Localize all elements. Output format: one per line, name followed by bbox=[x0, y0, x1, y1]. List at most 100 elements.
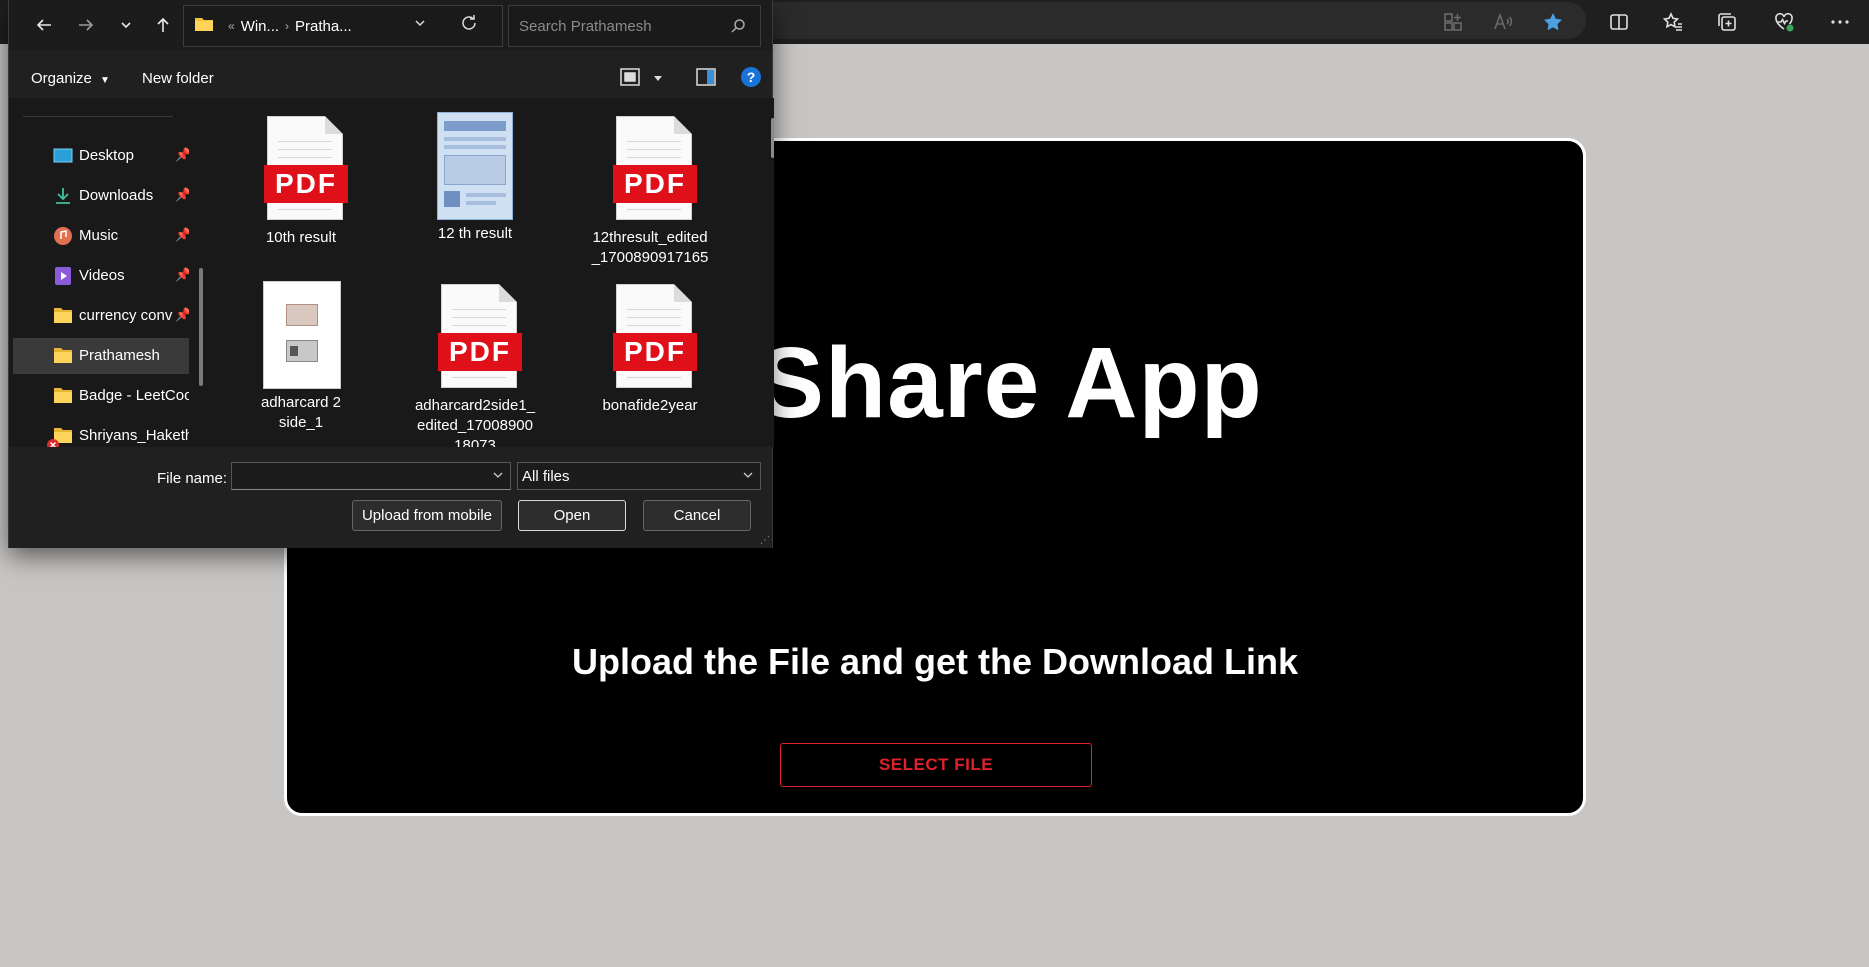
file-name-line: adharcard2side1_ bbox=[414, 397, 536, 414]
up-arrow-icon[interactable] bbox=[150, 12, 176, 38]
search-input[interactable]: Search Prathamesh bbox=[508, 5, 761, 47]
chevron-down-icon[interactable] bbox=[492, 469, 504, 484]
collections-icon[interactable] bbox=[1711, 6, 1743, 38]
upload-from-mobile-button[interactable]: Upload from mobile bbox=[352, 500, 502, 531]
path-dropdown-chevron-icon[interactable] bbox=[413, 16, 427, 33]
apps-icon[interactable] bbox=[1437, 6, 1469, 38]
sync-error-icon bbox=[47, 438, 59, 447]
sidebar-item-downloads[interactable]: Downloads 📌 bbox=[13, 178, 189, 214]
sidebar-item-prathamesh[interactable]: Prathamesh bbox=[13, 338, 189, 374]
sidebar-item-label: Downloads bbox=[79, 187, 154, 204]
sidebar-item-shriyans[interactable]: Shriyans_Haketh bbox=[13, 418, 189, 447]
view-options-caret-icon[interactable] bbox=[653, 70, 663, 88]
sidebar-item-label: currency conv bbox=[79, 307, 173, 324]
file-type-select[interactable]: All files bbox=[517, 462, 761, 490]
file-type-value: All files bbox=[522, 467, 570, 485]
files-scrollbar[interactable] bbox=[771, 118, 774, 158]
nav-scrollbar[interactable] bbox=[199, 268, 203, 386]
sidebar-item-label: Prathamesh bbox=[79, 347, 160, 364]
file-name-label: File name: bbox=[157, 470, 228, 487]
sidebar-item-label: Videos bbox=[79, 267, 125, 284]
file-name: bonafide2year bbox=[602, 397, 698, 414]
read-aloud-icon[interactable] bbox=[1487, 6, 1519, 38]
nav-divider bbox=[23, 116, 173, 117]
back-arrow-icon[interactable] bbox=[31, 12, 57, 38]
file-name: 10th result bbox=[265, 229, 337, 246]
file-item[interactable]: PDF 10th result bbox=[226, 116, 376, 248]
breadcrumb-segment[interactable]: Win... bbox=[241, 18, 279, 35]
view-mode-icon[interactable] bbox=[619, 66, 641, 93]
open-button[interactable]: Open bbox=[518, 500, 626, 531]
forward-arrow-icon[interactable] bbox=[73, 12, 99, 38]
breadcrumb-separator-icon: › bbox=[285, 19, 290, 33]
image-thumbnail-icon bbox=[435, 112, 515, 220]
search-icon bbox=[730, 18, 746, 38]
sidebar-item-label: Desktop bbox=[79, 147, 135, 164]
file-open-dialog: « Win... › Pratha... Search Prathamesh O… bbox=[8, 0, 774, 548]
file-name-input[interactable] bbox=[231, 462, 511, 490]
cancel-button[interactable]: Cancel bbox=[643, 500, 751, 531]
pdf-file-icon: PDF bbox=[435, 284, 522, 388]
pin-icon: 📌 bbox=[175, 267, 189, 282]
file-name-line: adharcard 2 bbox=[260, 394, 342, 411]
favorite-star-icon[interactable] bbox=[1537, 6, 1569, 38]
organize-button[interactable]: Organize ▼ bbox=[31, 70, 110, 87]
more-icon[interactable] bbox=[1824, 6, 1856, 38]
breadcrumb[interactable]: « Win... › Pratha... bbox=[183, 5, 503, 47]
file-name-line: side_1 bbox=[278, 414, 324, 431]
recent-locations-chevron-icon[interactable] bbox=[113, 12, 139, 38]
health-icon[interactable] bbox=[1768, 6, 1800, 38]
organize-label: Organize bbox=[31, 70, 92, 87]
dialog-toolbar: Organize ▼ New folder ? bbox=[9, 58, 772, 98]
file-name-line: 12thresult_edited bbox=[592, 229, 708, 246]
file-item[interactable]: PDF 12thresult_edited _1700890917165 bbox=[575, 116, 725, 268]
document-thumbnail-icon bbox=[261, 281, 341, 389]
sidebar-item-desktop[interactable]: Desktop 📌 bbox=[13, 138, 189, 174]
resize-grip-icon[interactable]: ⋰ bbox=[760, 535, 770, 546]
pin-icon: 📌 bbox=[175, 147, 189, 162]
preview-pane-icon[interactable] bbox=[695, 66, 717, 93]
split-screen-icon[interactable] bbox=[1603, 6, 1635, 38]
help-icon[interactable]: ? bbox=[740, 66, 762, 93]
video-icon bbox=[53, 266, 73, 286]
pin-icon: 📌 bbox=[175, 227, 189, 242]
file-name: adharcard 2 side_1 bbox=[226, 393, 376, 433]
file-name: 12 th result bbox=[437, 225, 513, 242]
favorites-icon[interactable] bbox=[1657, 6, 1689, 38]
pdf-file-icon: PDF bbox=[610, 116, 697, 220]
chevron-down-icon bbox=[742, 469, 754, 484]
desktop-icon bbox=[53, 146, 73, 166]
folder-icon bbox=[53, 346, 73, 366]
folder-icon bbox=[53, 306, 73, 326]
refresh-icon[interactable] bbox=[459, 13, 479, 38]
pin-icon: 📌 bbox=[175, 187, 189, 202]
breadcrumb-segment[interactable]: Pratha... bbox=[295, 18, 352, 35]
music-icon bbox=[53, 226, 73, 246]
search-placeholder: Search Prathamesh bbox=[519, 17, 652, 35]
file-name-line: 18073 bbox=[454, 437, 496, 447]
file-item[interactable]: adharcard 2 side_1 bbox=[226, 281, 376, 433]
file-item[interactable]: PDF bonafide2year bbox=[575, 284, 725, 416]
sidebar-item-badge-leetcode[interactable]: Badge - LeetCoo bbox=[13, 378, 189, 414]
sidebar-item-label: Badge - LeetCoo bbox=[79, 387, 189, 404]
file-name: 12thresult_edited _1700890917165 bbox=[575, 228, 725, 268]
caret-down-icon: ▼ bbox=[100, 75, 110, 86]
file-name-line: edited_17008900 bbox=[417, 417, 533, 434]
file-item[interactable]: PDF adharcard2side1_ edited_17008900 180… bbox=[400, 284, 550, 447]
dialog-footer: File name: All files Upload from mobile … bbox=[9, 447, 772, 548]
sidebar-item-videos[interactable]: Videos 📌 bbox=[13, 258, 189, 294]
new-folder-button[interactable]: New folder bbox=[142, 70, 214, 87]
sidebar-item-music[interactable]: Music 📌 bbox=[13, 218, 189, 254]
file-list: PDF 10th result 12 th result PDF 12thres… bbox=[207, 98, 774, 447]
file-name: adharcard2side1_ edited_17008900 18073 bbox=[400, 396, 550, 447]
select-file-button[interactable]: SELECT FILE bbox=[780, 743, 1092, 787]
file-item[interactable]: 12 th result bbox=[400, 112, 550, 244]
sidebar-item-label: Music bbox=[79, 227, 119, 244]
svg-text:?: ? bbox=[747, 69, 756, 85]
sidebar-item-currency-conv[interactable]: currency conv 📌 bbox=[13, 298, 189, 334]
navigation-pane: Desktop 📌 Downloads 📌 Music 📌 Videos 📌 c… bbox=[9, 98, 207, 447]
sidebar-item-label: Shriyans_Haketh bbox=[79, 427, 189, 444]
pdf-file-icon: PDF bbox=[610, 284, 697, 388]
app-subtitle: Upload the File and get the Download Lin… bbox=[571, 641, 1298, 682]
breadcrumb-overflow[interactable]: « bbox=[228, 19, 235, 33]
